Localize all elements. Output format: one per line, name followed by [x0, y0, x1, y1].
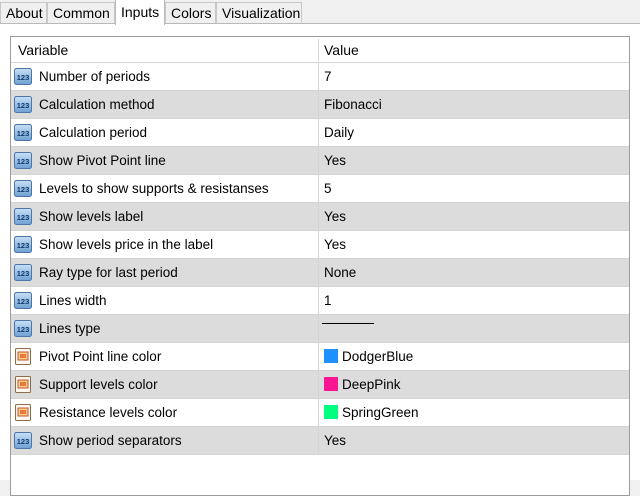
value-field[interactable]: DodgerBlue — [342, 343, 413, 370]
value-field[interactable]: 7 — [324, 63, 332, 90]
color-palette-icon — [14, 348, 32, 365]
variable-label: Ray type for last period — [39, 265, 178, 280]
column-divider — [318, 147, 319, 174]
number-123-icon: 123 — [14, 236, 32, 253]
input-row[interactable]: Resistance levels color SpringGreen — [11, 399, 629, 427]
tab-about[interactable]: About — [0, 2, 47, 23]
input-row[interactable]: 123 Number of periods 7 — [11, 63, 629, 91]
input-row[interactable]: 123 Show levels price in the label Yes — [11, 231, 629, 259]
color-palette-icon — [14, 404, 32, 421]
svg-text:123: 123 — [17, 325, 30, 334]
svg-text:123: 123 — [17, 269, 30, 278]
column-divider — [318, 119, 319, 146]
number-123-icon: 123 — [14, 264, 32, 281]
input-row[interactable]: 123 Calculation period Daily — [11, 119, 629, 147]
variable-label: Support levels color — [39, 377, 158, 392]
number-123-icon: 123 — [14, 208, 32, 225]
tab-visualization[interactable]: Visualization — [216, 2, 302, 23]
column-header-variable[interactable]: Variable — [18, 37, 68, 62]
column-header-value[interactable]: Value — [324, 37, 359, 62]
svg-text:123: 123 — [17, 185, 30, 194]
column-divider — [318, 399, 319, 426]
input-row[interactable]: 123 Calculation method Fibonacci — [11, 91, 629, 119]
column-divider — [318, 63, 319, 90]
input-row[interactable]: 123 Show Pivot Point line Yes — [11, 147, 629, 175]
variable-label: Calculation method — [39, 97, 155, 112]
number-123-icon: 123 — [14, 292, 32, 309]
line-style-solid-icon[interactable] — [322, 323, 374, 324]
value-field[interactable]: Yes — [324, 427, 346, 454]
column-divider — [318, 315, 319, 342]
variable-label: Show period separators — [39, 433, 182, 448]
number-123-icon: 123 — [14, 68, 32, 85]
variable-label: Lines type — [39, 321, 101, 336]
variable-label: Resistance levels color — [39, 405, 178, 420]
input-row[interactable]: Support levels color DeepPink — [11, 371, 629, 399]
variable-label: Show levels price in the label — [39, 237, 214, 252]
value-field[interactable]: Daily — [324, 119, 354, 146]
svg-text:123: 123 — [17, 73, 30, 82]
column-divider — [318, 287, 319, 314]
variable-label: Pivot Point line color — [39, 349, 162, 364]
variable-label: Levels to show supports & resistanses — [39, 181, 269, 196]
input-row[interactable]: 123 Lines width 1 — [11, 287, 629, 315]
inputs-panel: Variable Value 123 Number of periods 7 123 C… — [0, 24, 640, 496]
variable-label: Calculation period — [39, 125, 148, 140]
svg-text:123: 123 — [17, 297, 30, 306]
column-divider — [318, 203, 319, 230]
input-row[interactable]: Pivot Point line color DodgerBlue — [11, 343, 629, 371]
number-123-icon: 123 — [14, 96, 32, 113]
tab-common[interactable]: Common — [47, 2, 115, 23]
variable-label: Number of periods — [39, 69, 151, 84]
input-row[interactable]: 123 Lines type — [11, 315, 629, 343]
svg-text:123: 123 — [17, 101, 30, 110]
svg-text:123: 123 — [17, 213, 30, 222]
svg-text:123: 123 — [17, 241, 30, 250]
value-field[interactable]: Yes — [324, 231, 346, 258]
input-row[interactable]: 123 Ray type for last period None — [11, 259, 629, 287]
column-divider — [318, 175, 319, 202]
number-123-icon: 123 — [14, 152, 32, 169]
tab-inputs[interactable]: Inputs — [115, 0, 165, 25]
value-field[interactable]: Yes — [324, 203, 346, 230]
svg-text:123: 123 — [17, 129, 30, 138]
value-field[interactable]: None — [324, 259, 356, 286]
value-field[interactable]: DeepPink — [342, 371, 401, 398]
column-divider[interactable] — [318, 39, 319, 61]
value-field[interactable]: Yes — [324, 147, 346, 174]
variable-label: Lines width — [39, 293, 107, 308]
grid-header: Variable Value — [11, 37, 629, 63]
svg-text:123: 123 — [17, 157, 30, 166]
value-field[interactable]: Fibonacci — [324, 91, 382, 118]
column-divider — [318, 91, 319, 118]
input-row[interactable]: 123 Show period separators Yes — [11, 427, 629, 455]
svg-text:123: 123 — [17, 437, 30, 446]
column-divider — [318, 259, 319, 286]
variable-label: Show Pivot Point line — [39, 153, 166, 168]
number-123-icon: 123 — [14, 432, 32, 449]
column-divider — [318, 427, 319, 454]
value-field[interactable]: 5 — [324, 175, 332, 202]
inputs-grid: Variable Value 123 Number of periods 7 123 C… — [10, 36, 630, 496]
tab-bar: About Common Inputs Colors Visualization — [0, 0, 640, 25]
input-row[interactable]: 123 Levels to show supports & resistanses… — [11, 175, 629, 203]
variable-label: Show levels label — [39, 209, 144, 224]
number-123-icon: 123 — [14, 124, 32, 141]
tab-colors[interactable]: Colors — [165, 2, 216, 23]
column-divider — [318, 343, 319, 370]
color-swatch[interactable] — [324, 349, 338, 363]
value-field[interactable]: SpringGreen — [342, 399, 419, 426]
input-row[interactable]: 123 Show levels label Yes — [11, 203, 629, 231]
color-swatch[interactable] — [324, 405, 338, 419]
color-palette-icon — [14, 376, 32, 393]
color-swatch[interactable] — [324, 377, 338, 391]
number-123-icon: 123 — [14, 320, 32, 337]
number-123-icon: 123 — [14, 180, 32, 197]
column-divider — [318, 371, 319, 398]
column-divider — [318, 231, 319, 258]
value-field[interactable]: 1 — [324, 287, 332, 314]
